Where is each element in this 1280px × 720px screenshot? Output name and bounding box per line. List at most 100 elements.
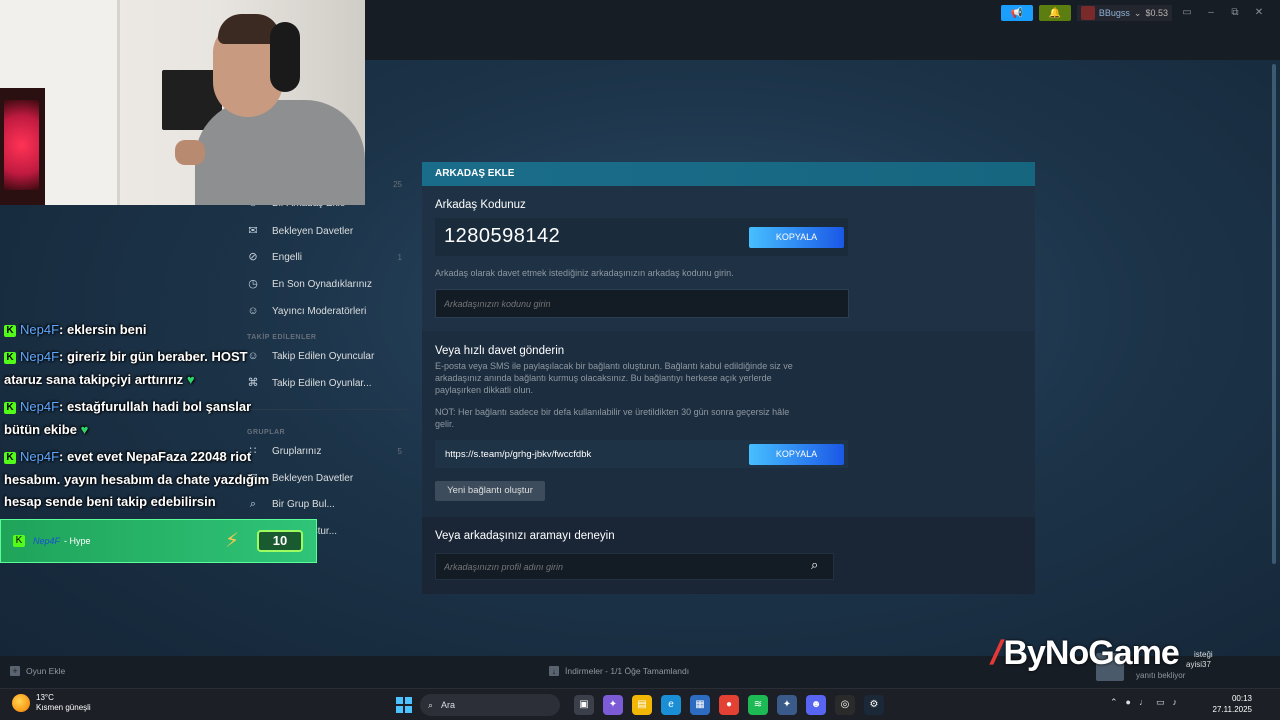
chat-message-continued: ataruz sana takipçiyi arttırırız ♥ (4, 368, 304, 391)
downloads-label: İndirmeler - 1/1 Öğe Tamamlandı (565, 666, 690, 676)
sidebar-item-count: 25 (393, 180, 402, 189)
weather-icon (12, 694, 30, 712)
quick-invite-desc-line1: E-posta veya SMS ile paylaşılacak bir ba… (435, 361, 793, 371)
quick-invite-title: Veya hızlı davet gönderin (435, 345, 565, 357)
invite-link[interactable]: https://s.team/p/grhg-jbkv/fwccfdbk (445, 449, 591, 460)
system-tray: ⌃ ● ♩ ▭ ♪ (1110, 697, 1177, 708)
date: 27.11.2025 (1212, 705, 1252, 714)
add-friend-panel: ARKADAŞ EKLE Arkadaş Kodunuz 1280598142 … (422, 162, 1035, 594)
account-menu[interactable]: BBugss ⌄ $0.53 (1076, 5, 1172, 21)
notification-line2: ayisi37 (1186, 660, 1211, 669)
search-icon[interactable]: ⌕ (811, 557, 827, 573)
quick-invite-desc-line3: paylaşırken dikkatli olun. (435, 385, 534, 395)
sidebar-item-pending-invites[interactable]: ✉ Bekleyen Davetler (240, 218, 410, 244)
file-explorer-icon[interactable]: ▤ (632, 695, 652, 715)
quick-invite-section: Veya hızlı davet gönderin E-posta veya S… (422, 331, 1035, 517)
app-tray-icon[interactable]: ● (1126, 697, 1131, 708)
start-button[interactable] (396, 697, 412, 713)
obs-icon[interactable]: ◎ (835, 695, 855, 715)
taskbar-apps: ▣ ✦ ▤ e ▦ ● ≋ ✦ ☻ ◎ ⚙ (574, 695, 884, 715)
windows-taskbar: 13°C Kısmen güneşli ⌕ Ara ▣ ✦ ▤ e ▦ ● ≋ … (0, 688, 1280, 720)
sidebar-item-label: Engelli (272, 251, 303, 263)
chat-text: bütün ekibe (4, 422, 77, 437)
weather-text: 13°C Kısmen güneşli (36, 693, 91, 713)
sidebar-item-count: 1 (397, 252, 402, 262)
add-game-button[interactable]: + Oyun Ekle (10, 666, 65, 676)
temperature: 13°C (36, 693, 54, 702)
copy-code-button[interactable]: KOPYALA (749, 227, 844, 248)
friend-code-title: Arkadaş Kodunuz (435, 199, 526, 211)
maximize-icon[interactable]: ⧉ (1226, 6, 1244, 20)
webcam-headset (270, 22, 300, 92)
chat-message-continued: hesap sende beni takip edebilirsin (4, 490, 304, 513)
kick-badge-icon: K (4, 351, 16, 364)
chrome-icon[interactable]: ● (719, 695, 739, 715)
announcement-button[interactable]: 📢 (1000, 5, 1033, 21)
network-icon[interactable]: ▭ (1156, 697, 1165, 708)
discord-icon[interactable]: ☻ (806, 695, 826, 715)
edge-icon[interactable]: e (661, 695, 681, 715)
chat-message: K Nep4F: eklersin beni (4, 318, 304, 341)
chat-text: : evet evet NepaFaza 22048 riot (59, 449, 252, 464)
taskbar-search-label: Ara (441, 700, 456, 710)
megaphone-icon: 📢 (1010, 7, 1024, 19)
minimize-icon[interactable]: – (1202, 6, 1220, 20)
chat-text: : estağfurullah hadi bol şanslar (59, 399, 252, 414)
copy-link-button[interactable]: KOPYALA (749, 444, 844, 465)
hype-user: K Nep4F - Hype (13, 535, 91, 547)
microphone-icon[interactable]: ♩ (1139, 697, 1148, 708)
notification-line1: isteği (1194, 650, 1213, 659)
hype-label: - Hype (64, 536, 91, 546)
add-game-label: Oyun Ekle (26, 666, 66, 676)
task-view-icon[interactable]: ▣ (574, 695, 594, 715)
quick-invite-note-line2: gelir. (435, 419, 455, 429)
search-icon: ⌕ (428, 699, 434, 710)
invite-link-box: https://s.team/p/grhg-jbkv/fwccfdbk KOPY… (435, 440, 848, 468)
avatar (1080, 6, 1095, 20)
chat-message: K Nep4F: gireriz bir gün beraber. HOST (4, 345, 304, 368)
chat-text: hesap sende beni takip edebilirsin (4, 494, 216, 509)
webcam-person-hands (175, 140, 205, 165)
volume-icon[interactable]: ♪ (1173, 697, 1178, 708)
sidebar-item-recently-played[interactable]: ◷ En Son Oynadıklarınız (240, 271, 410, 297)
app-icon[interactable]: ✦ (777, 695, 797, 715)
heart-icon: ♥ (80, 422, 89, 437)
bell-icon: 🔔 (1048, 7, 1062, 19)
taskbar-clock[interactable]: 00:13 27.11.2025 (1212, 693, 1252, 715)
profile-search-input[interactable] (435, 553, 834, 580)
sidebar-item-label: Yayıncı Moderatörleri (272, 305, 367, 317)
friend-code-input[interactable] (435, 289, 849, 318)
friend-code-description: Arkadaş olarak davet etmek istediğiniz a… (435, 268, 734, 278)
copilot-icon[interactable]: ✦ (603, 695, 623, 715)
chat-message: K Nep4F: evet evet NepaFaza 22048 riot (4, 445, 304, 468)
taskbar-search[interactable]: ⌕ Ara (420, 694, 560, 716)
weather-widget[interactable]: 13°C Kısmen güneşli (12, 693, 91, 713)
friend-code[interactable]: 1280598142 (444, 225, 560, 248)
big-picture-icon[interactable]: ▭ (1178, 6, 1196, 20)
kick-badge-icon: K (4, 324, 16, 337)
webcam-person-hoodie (195, 100, 365, 205)
sidebar-item-count: 5 (397, 446, 402, 456)
chat-username: Nep4F (20, 399, 60, 414)
downloads-status[interactable]: ↓ İndirmeler - 1/1 Öğe Tamamlandı (549, 666, 689, 676)
chevron-up-icon[interactable]: ⌃ (1110, 697, 1118, 708)
username: BBugss (1098, 8, 1130, 18)
store-icon[interactable]: ▦ (690, 695, 710, 715)
webcam-pc-lights (4, 100, 39, 190)
hype-count: 10 (272, 533, 288, 548)
kick-badge-icon: K (13, 535, 25, 547)
logo-text: ByNoGame (1003, 634, 1179, 672)
chat-username: Nep4F (20, 449, 60, 464)
scrollbar[interactable] (1272, 64, 1276, 564)
notification-button[interactable]: 🔔 (1038, 5, 1071, 21)
spotify-icon[interactable]: ≋ (748, 695, 768, 715)
new-link-button[interactable]: Yeni bağlantı oluştur (435, 481, 545, 501)
steam-icon[interactable]: ⚙ (864, 695, 884, 715)
close-icon[interactable]: ✕ (1250, 6, 1268, 20)
heart-icon: ♥ (186, 372, 195, 387)
sidebar-item-blocked[interactable]: ⊘ Engelli 1 (240, 244, 410, 270)
chevron-down-icon: ⌄ (1133, 7, 1142, 18)
user-icon: ☺ (247, 305, 259, 317)
hype-train-banner: K Nep4F - Hype ⚡ 10 (0, 519, 317, 563)
quick-invite-desc-line2: arkadaşınız anında bağlantı kurmuş olaca… (435, 373, 772, 383)
